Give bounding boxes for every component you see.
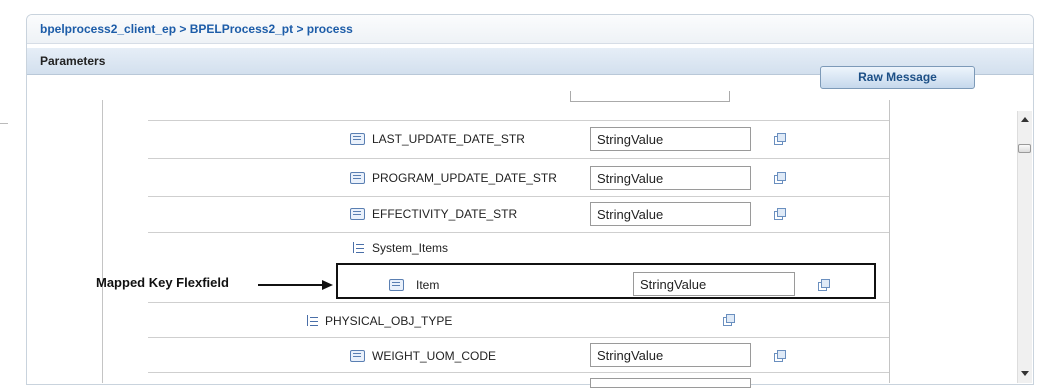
param-label: WEIGHT_UOM_CODE xyxy=(372,349,497,363)
param-value-input[interactable]: StringValue xyxy=(590,202,751,226)
copy-icon[interactable] xyxy=(774,208,786,220)
param-value-input[interactable]: StringValue xyxy=(590,127,751,151)
row-divider xyxy=(148,337,889,338)
field-icon xyxy=(350,350,365,362)
param-value-input[interactable]: StringValue xyxy=(633,272,795,296)
tree-border-left xyxy=(102,100,103,383)
row-divider xyxy=(148,158,889,159)
field-icon xyxy=(389,279,404,291)
tree-border-right xyxy=(889,100,890,383)
row-divider xyxy=(148,120,889,121)
scroll-down-icon[interactable] xyxy=(1021,371,1029,376)
annotation-arrow-icon xyxy=(322,280,333,290)
row-divider xyxy=(148,302,889,303)
annotation-arrow-line xyxy=(258,284,324,286)
copy-icon[interactable] xyxy=(774,133,786,145)
param-label: EFFECTIVITY_DATE_STR xyxy=(372,207,518,221)
param-label: PROGRAM_UPDATE_DATE_STR xyxy=(372,171,557,185)
row-divider xyxy=(148,232,889,233)
raw-message-button[interactable]: Raw Message xyxy=(820,66,975,89)
copy-icon[interactable] xyxy=(723,314,735,326)
field-icon xyxy=(350,208,365,220)
param-value-input[interactable]: StringValue xyxy=(590,343,751,367)
row-divider xyxy=(148,196,889,197)
param-value-input[interactable]: StringValue xyxy=(590,166,751,190)
param-label: LAST_UPDATE_DATE_STR xyxy=(372,132,525,146)
vertical-scrollbar[interactable] xyxy=(1017,111,1032,383)
partial-input-bottom xyxy=(590,378,751,388)
param-group-label: System_Items xyxy=(372,241,449,255)
tree-node-icon xyxy=(306,315,319,327)
field-icon xyxy=(350,133,365,145)
breadcrumb[interactable]: bpelprocess2_client_ep > BPELProcess2_pt… xyxy=(40,22,353,36)
breadcrumb-bar: bpelprocess2_client_ep > BPELProcess2_pt… xyxy=(27,15,1033,44)
param-label: Item xyxy=(416,278,440,292)
top-strip xyxy=(0,0,1049,8)
copy-icon[interactable] xyxy=(818,279,830,291)
scroll-thumb[interactable] xyxy=(1018,144,1031,153)
row-divider xyxy=(148,372,889,373)
tree-node-icon xyxy=(352,242,365,254)
annotation-label: Mapped Key Flexfield xyxy=(96,275,229,290)
scroll-up-icon[interactable] xyxy=(1021,117,1029,122)
param-group-label: PHYSICAL_OBJ_TYPE xyxy=(325,314,453,328)
left-edge-line xyxy=(0,123,8,124)
field-icon xyxy=(350,172,365,184)
copy-icon[interactable] xyxy=(774,350,786,362)
copy-icon[interactable] xyxy=(774,172,786,184)
section-title: Parameters xyxy=(40,54,106,68)
partial-input-top xyxy=(570,91,730,102)
